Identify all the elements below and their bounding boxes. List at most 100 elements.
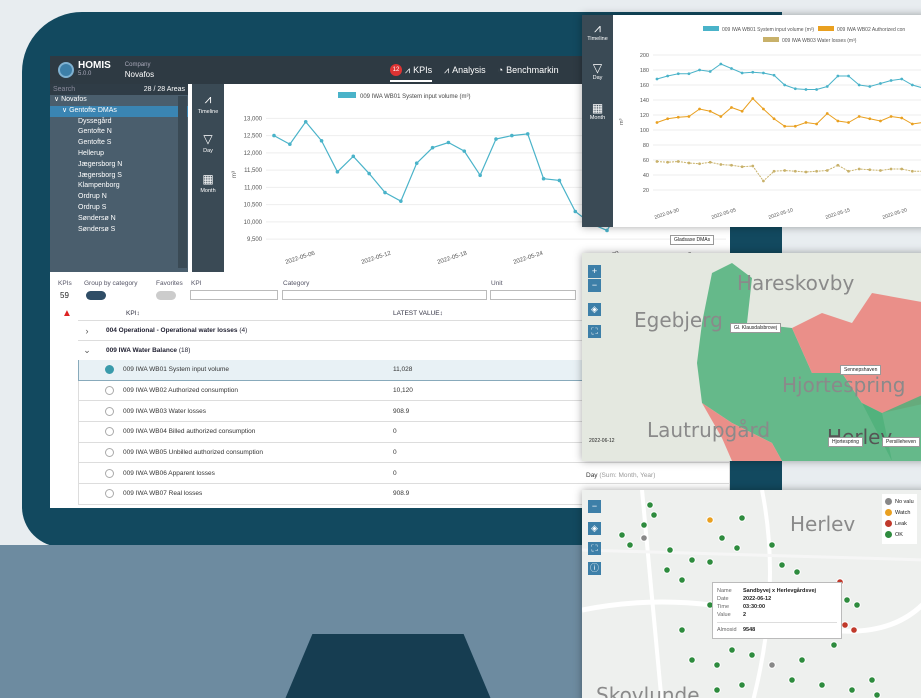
data-point bbox=[857, 83, 861, 87]
tree-item[interactable]: Jægersborg N bbox=[50, 160, 188, 171]
gauge-icon: ◔ bbox=[497, 65, 504, 75]
tab-analysis[interactable]: ⩘ Analysis bbox=[444, 65, 486, 76]
tree-scrollbar[interactable] bbox=[178, 96, 187, 268]
zoom-out-button[interactable]: − bbox=[588, 500, 601, 513]
fullscreen-icon[interactable]: ⛶ bbox=[588, 542, 601, 555]
data-point bbox=[740, 109, 744, 113]
sensor-marker-icon bbox=[706, 558, 714, 566]
group-004-count: (4) bbox=[239, 327, 248, 334]
sensor-marker-icon bbox=[618, 531, 626, 539]
col-latest-value[interactable]: LATEST VALUE↕ bbox=[393, 310, 443, 317]
nav-month[interactable]: ▦ Month bbox=[192, 164, 224, 204]
company-selector[interactable]: Company Novafos bbox=[125, 60, 154, 80]
card-nav-timeline[interactable]: ⩘ Timeline bbox=[582, 15, 613, 55]
tab-kpis[interactable]: 12 ⩘ KPIs bbox=[390, 58, 433, 82]
tree-item[interactable]: Søndersø N bbox=[50, 214, 188, 225]
data-point bbox=[708, 160, 712, 164]
x-tick-label: 2022-05-18 bbox=[437, 251, 469, 266]
layers-icon[interactable]: ◈ bbox=[588, 303, 601, 316]
kpi-filter-input[interactable] bbox=[190, 290, 278, 300]
sensor-marker-icon bbox=[868, 676, 876, 684]
area-label-hjortespring[interactable]: Hjortespring bbox=[828, 437, 863, 447]
legend-marker bbox=[885, 509, 892, 517]
row-radio[interactable] bbox=[105, 406, 114, 416]
card-nav-month[interactable]: ▦ Month bbox=[582, 95, 613, 135]
sensor-marker-icon bbox=[841, 621, 849, 629]
row-radio[interactable] bbox=[105, 365, 114, 375]
area-label-gladsaxe[interactable]: Gladsaxe DMAs bbox=[670, 235, 715, 245]
calendar-icon: ▦ bbox=[591, 101, 604, 115]
row-radio[interactable] bbox=[105, 468, 114, 478]
series-line bbox=[656, 63, 921, 90]
sensor-marker-icon bbox=[818, 681, 826, 689]
data-point bbox=[836, 74, 840, 78]
tree-item[interactable]: Ordrup N bbox=[50, 192, 188, 203]
data-point bbox=[783, 124, 787, 128]
legend-item: Leak bbox=[885, 519, 914, 530]
fullscreen-icon[interactable]: ⛶ bbox=[588, 325, 601, 338]
sensor-marker-icon bbox=[850, 626, 858, 634]
zoom-in-button[interactable]: + bbox=[588, 265, 601, 278]
favorites-toggle[interactable] bbox=[156, 291, 176, 300]
col-kpi[interactable]: KPI↕ bbox=[126, 310, 140, 317]
card-nav-day[interactable]: ▽ Day bbox=[582, 55, 613, 95]
group-by-toggle[interactable] bbox=[86, 291, 106, 300]
tree-item[interactable]: Gentofte N bbox=[50, 127, 188, 138]
y-tick-label: 9,500 bbox=[247, 237, 263, 243]
tooltip-value-row: Value 2 bbox=[717, 611, 837, 619]
sensor-marker-icon bbox=[678, 626, 686, 634]
data-point bbox=[541, 176, 546, 181]
layers-icon[interactable]: ◈ bbox=[588, 522, 601, 535]
place-skovlunde: Skovlunde bbox=[596, 683, 700, 698]
row-radio[interactable] bbox=[105, 427, 114, 437]
y-tick-label: 80 bbox=[643, 143, 649, 149]
data-point bbox=[815, 122, 818, 126]
category-select[interactable] bbox=[282, 290, 487, 300]
tree-search[interactable]: Search 28 / 28 Areas bbox=[50, 84, 188, 95]
data-point bbox=[719, 115, 723, 118]
data-point bbox=[836, 163, 840, 167]
tab-benchmarking[interactable]: ◔ Benchmarkin bbox=[498, 65, 559, 75]
area-label-klausdalsbrovej[interactable]: Gl. Klausdalsbrovej bbox=[730, 323, 782, 333]
sensor-marker-icon bbox=[728, 646, 736, 654]
y-tick-label: 10,000 bbox=[244, 220, 263, 226]
data-point bbox=[868, 168, 872, 172]
row-radio[interactable] bbox=[105, 448, 114, 458]
app-version: 5.0.0 bbox=[78, 71, 92, 77]
tree-item[interactable]: Søndersø S bbox=[50, 225, 188, 236]
data-point bbox=[573, 209, 578, 214]
legend-swatch bbox=[338, 92, 356, 98]
data-point bbox=[478, 173, 482, 178]
unit-select[interactable] bbox=[490, 290, 576, 300]
row-radio[interactable] bbox=[105, 489, 114, 499]
area-label-persilleheven[interactable]: Persilleheven bbox=[882, 437, 921, 447]
tree-item[interactable]: Jægersborg S bbox=[50, 171, 188, 182]
tree-item[interactable]: Klampenborg bbox=[50, 181, 188, 192]
legend-label: 009 IWA WB01 System input volume (m³) bbox=[360, 94, 470, 100]
zoom-out-button[interactable]: − bbox=[588, 279, 601, 292]
nav-day[interactable]: ▽ Day bbox=[192, 124, 224, 164]
data-point bbox=[889, 167, 893, 171]
tree-item[interactable]: Hellerup bbox=[50, 149, 188, 160]
data-point bbox=[910, 83, 914, 87]
area-label-sennepshaven[interactable]: Sennepshaven bbox=[840, 365, 882, 375]
chevron-right-icon: › bbox=[85, 325, 89, 336]
tree-item[interactable]: Dyssegård bbox=[50, 117, 188, 128]
data-point bbox=[462, 149, 467, 153]
nav-timeline[interactable]: ⩘ Timeline bbox=[192, 84, 224, 124]
tree-item[interactable]: ∨ Gentofte DMAs bbox=[50, 105, 188, 117]
tree-item[interactable]: ∨ Novafos bbox=[50, 95, 188, 106]
data-point bbox=[708, 70, 712, 73]
data-point bbox=[762, 179, 765, 183]
row-radio[interactable] bbox=[105, 386, 114, 396]
data-point bbox=[525, 132, 530, 136]
data-point bbox=[868, 85, 872, 88]
timeline-icon: ⩘ bbox=[594, 21, 601, 35]
sensor-marker-icon bbox=[733, 544, 741, 552]
sensor-marker-icon bbox=[788, 676, 796, 684]
tree-item[interactable]: Gentofte S bbox=[50, 138, 188, 149]
info-icon[interactable]: ⓘ bbox=[588, 562, 601, 575]
tree-item[interactable]: Ordrup S bbox=[50, 203, 188, 214]
tooltip-time: 03:30:00 bbox=[743, 604, 766, 610]
x-tick-label: 2022-05-06 bbox=[285, 251, 317, 266]
